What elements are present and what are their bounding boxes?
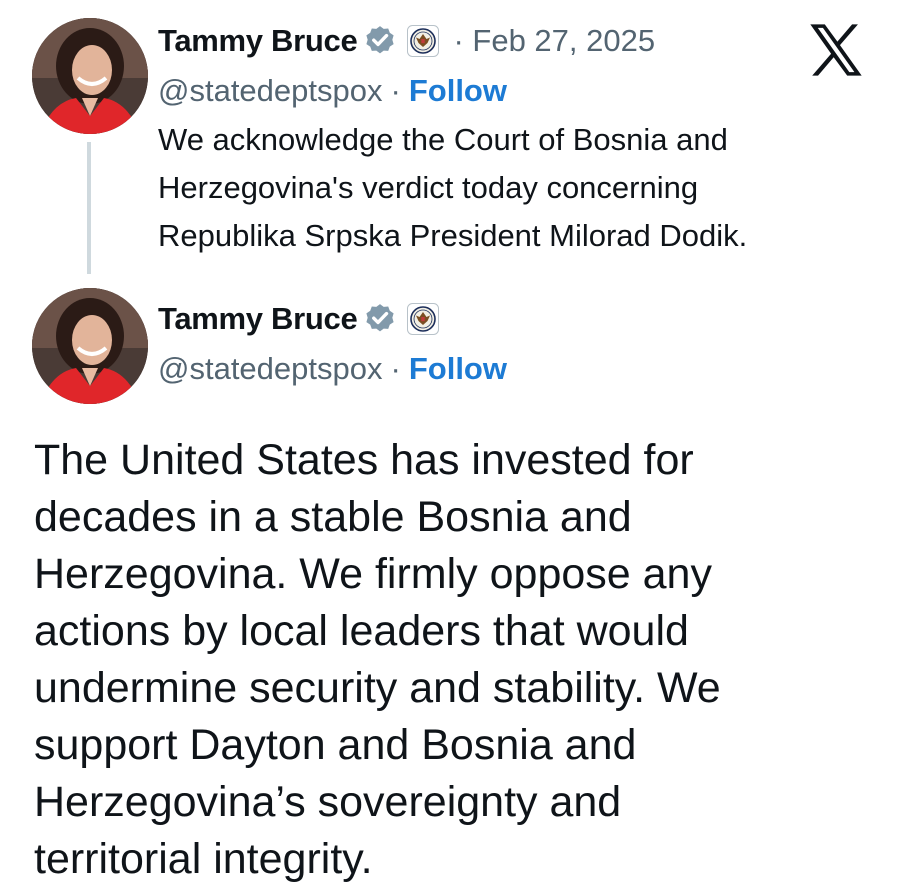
separator-dot: · bbox=[453, 23, 464, 58]
tweet-header: Tammy Bruce bbox=[158, 296, 440, 342]
avatar-photo bbox=[32, 288, 148, 404]
follow-button[interactable]: Follow bbox=[409, 73, 507, 109]
date-text[interactable]: Feb 27, 2025 bbox=[472, 23, 655, 58]
separator-dot: · bbox=[390, 351, 401, 386]
author-handle[interactable]: @statedeptspox bbox=[158, 73, 383, 109]
tweet-text-line: territorial integrity. bbox=[34, 835, 373, 883]
tweet-text: We acknowledge the Court of Bosnia and H… bbox=[158, 116, 878, 260]
tweet-text-line: Republika Srpska President Milorad Dodik… bbox=[158, 218, 748, 253]
tweet-text-line: actions by local leaders that would bbox=[34, 607, 689, 655]
avatar[interactable] bbox=[32, 18, 148, 134]
handle-row: @statedeptspox · Follow bbox=[158, 346, 507, 392]
author-display-name[interactable]: Tammy Bruce bbox=[158, 23, 358, 59]
tweet-text-line: The United States has invested for bbox=[34, 436, 694, 484]
avatar[interactable] bbox=[32, 288, 148, 404]
tweet-text-line: decades in a stable Bosnia and bbox=[34, 493, 632, 541]
author-handle[interactable]: @statedeptspox bbox=[158, 351, 383, 387]
verified-checkmark-icon[interactable] bbox=[363, 24, 397, 58]
follow-button[interactable]: Follow bbox=[409, 351, 507, 387]
tweet-text-line: Herzegovina’s sovereignty and bbox=[34, 778, 622, 826]
thread-connector-line bbox=[87, 142, 91, 274]
tweet-text-line: We acknowledge the Court of Bosnia and bbox=[158, 122, 728, 157]
x-logo-icon[interactable] bbox=[808, 24, 864, 76]
verified-checkmark-icon[interactable] bbox=[363, 302, 397, 336]
tweet-text-line: support Dayton and Bosnia and bbox=[34, 721, 637, 769]
tweet-date[interactable]: · Feb 27, 2025 bbox=[453, 23, 655, 59]
state-department-seal-icon[interactable] bbox=[407, 303, 440, 335]
tweet-text-line: Herzegovina's verdict today concerning bbox=[158, 170, 699, 205]
state-department-seal-icon[interactable] bbox=[407, 25, 440, 57]
tweet-text-line: undermine security and stability. We bbox=[34, 664, 721, 712]
tweet-thread: Tammy Bruce · Feb 27, 2025 @statedeptspo… bbox=[0, 0, 900, 894]
tweet-header: Tammy Bruce · Feb 27, 2025 bbox=[158, 18, 655, 64]
avatar-photo bbox=[32, 18, 148, 134]
author-display-name[interactable]: Tammy Bruce bbox=[158, 301, 358, 337]
separator-dot: · bbox=[390, 73, 401, 108]
tweet-text-line: Herzegovina. We firmly oppose any bbox=[34, 550, 712, 598]
main-tweet-text: The United States has invested for decad… bbox=[34, 432, 884, 888]
handle-row: @statedeptspox · Follow bbox=[158, 68, 507, 114]
